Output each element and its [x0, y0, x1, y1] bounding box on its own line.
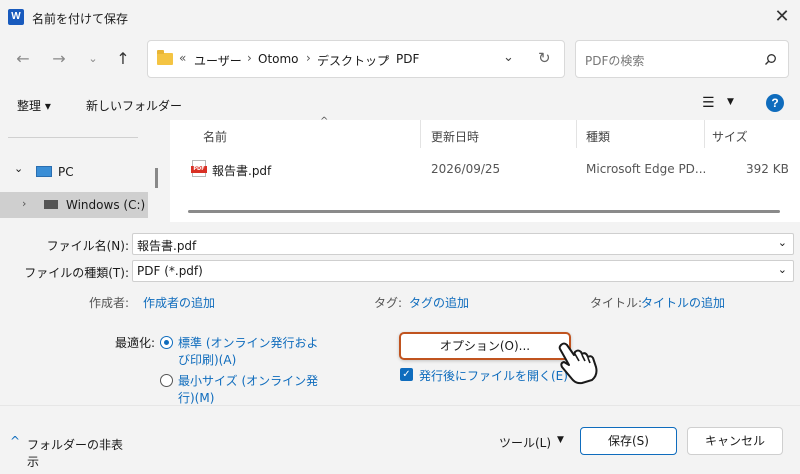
nav-item-windows-c[interactable]: › Windows (C:): [0, 192, 148, 218]
column-header-name[interactable]: 名前: [203, 128, 227, 145]
expand-chevron-icon[interactable]: ⌄: [14, 162, 23, 175]
breadcrumb-overflow-icon[interactable]: «: [179, 51, 186, 65]
hide-folders-label[interactable]: フォルダーの非表示: [27, 436, 127, 470]
new-folder-button[interactable]: 新しいフォルダー: [86, 97, 182, 114]
pdf-badge: PDF: [191, 166, 207, 173]
chevron-up-icon[interactable]: ^: [10, 434, 20, 448]
pc-icon: [36, 166, 52, 177]
tags-label: タグ:: [374, 296, 403, 310]
optimize-standard-label-1[interactable]: 標準 (オンライン発行およ: [178, 334, 319, 351]
checkbox-checked-icon[interactable]: ✓: [400, 368, 413, 381]
navigation-pane: ⌄ PC › Windows (C:): [0, 120, 162, 222]
file-name: 報告書.pdf: [212, 164, 272, 178]
breadcrumb-separator-icon: ›: [385, 51, 390, 65]
cancel-button[interactable]: キャンセル: [687, 427, 783, 455]
file-size: 392 KB: [746, 162, 789, 176]
organize-menu[interactable]: 整理 ▾: [17, 97, 51, 114]
recent-dropdown-chevron-icon[interactable]: ⌄: [82, 48, 104, 70]
tools-dropdown-chevron-icon[interactable]: ▼: [557, 435, 564, 445]
filename-value[interactable]: 報告書.pdf: [137, 237, 196, 254]
search-icon[interactable]: [764, 53, 777, 66]
title-bar: W 名前を付けて保存 ✕: [0, 0, 800, 36]
title-label: タイトル:: [590, 296, 643, 310]
add-tags-link[interactable]: タグの追加: [409, 294, 469, 311]
up-arrow-icon[interactable]: ↑: [112, 48, 134, 70]
drive-icon: [44, 200, 58, 209]
column-divider[interactable]: [420, 120, 421, 148]
collapse-chevron-icon[interactable]: ›: [22, 197, 26, 210]
help-icon[interactable]: ?: [766, 94, 784, 112]
add-author-link[interactable]: 作成者の追加: [143, 294, 215, 311]
file-type: Microsoft Edge PD...: [586, 162, 707, 176]
horizontal-scrollbar[interactable]: [188, 210, 780, 213]
view-dropdown-chevron-icon[interactable]: ▼: [727, 97, 734, 107]
options-button[interactable]: オプション(O)...: [399, 332, 571, 360]
save-button[interactable]: 保存(S): [580, 427, 677, 455]
hand-pointer-icon: [558, 342, 598, 385]
column-header-size[interactable]: サイズ: [712, 128, 748, 145]
close-icon[interactable]: ✕: [770, 6, 794, 30]
nav-item-pc[interactable]: ⌄ PC: [0, 160, 150, 184]
nav-item-label: PC: [58, 165, 74, 179]
sort-up-chevron-icon: ^: [320, 116, 329, 127]
breadcrumb-users[interactable]: ユーザー: [194, 52, 242, 69]
filetype-value[interactable]: PDF (*.pdf): [137, 264, 203, 278]
column-divider[interactable]: [576, 120, 577, 148]
column-header-modified[interactable]: 更新日時: [431, 128, 479, 145]
back-arrow-icon[interactable]: ←: [12, 48, 34, 70]
table-row[interactable]: PDF 報告書.pdf 2026/09/25 Microsoft Edge PD…: [170, 156, 800, 182]
add-title-link[interactable]: タイトルの追加: [641, 294, 725, 311]
file-list: ^ 名前 更新日時 種類 サイズ PDF 報告書.pdf 2026/09/25 …: [170, 116, 800, 222]
author-label: 作成者:: [88, 296, 129, 310]
optimize-standard-radio[interactable]: [160, 336, 173, 349]
search-box[interactable]: PDFの検索: [575, 40, 789, 78]
save-options-panel: ファイル名(N): 報告書.pdf ⌄ ファイルの種類(T): PDF (*.p…: [0, 222, 800, 474]
save-as-dialog: W 名前を付けて保存 ✕ ← → ⌄ ↑ « ユーザー › Otomo › デス…: [0, 0, 800, 474]
refresh-icon[interactable]: ↻: [538, 49, 551, 67]
footer-divider: [0, 405, 800, 406]
filetype-select[interactable]: PDF (*.pdf) ⌄: [132, 260, 794, 282]
window-title: 名前を付けて保存: [32, 12, 129, 26]
folder-icon: [157, 50, 173, 65]
optimize-standard-label-2[interactable]: び印刷)(A): [178, 351, 236, 368]
filename-dropdown-chevron-icon[interactable]: ⌄: [778, 236, 787, 249]
nav-divider: [8, 137, 138, 138]
breadcrumb-separator-icon: ›: [306, 51, 311, 65]
address-dropdown-chevron-icon[interactable]: ⌄: [503, 50, 514, 65]
column-header-type[interactable]: 種類: [586, 128, 610, 145]
breadcrumb-separator-icon: ›: [247, 51, 252, 65]
nav-item-label: Windows (C:): [66, 198, 146, 212]
nav-scrollbar[interactable]: [155, 168, 158, 188]
filetype-dropdown-chevron-icon[interactable]: ⌄: [778, 263, 787, 276]
breadcrumb-desktop[interactable]: デスクトップ: [317, 52, 389, 69]
optimize-label: 最適化:: [115, 336, 156, 350]
optimize-minimum-label-2[interactable]: 行)(M): [178, 389, 214, 406]
optimize-minimum-radio[interactable]: [160, 374, 173, 387]
view-options-icon[interactable]: ☰: [702, 95, 715, 111]
breadcrumb-pdf[interactable]: PDF: [396, 52, 419, 66]
filename-field[interactable]: 報告書.pdf ⌄: [132, 233, 794, 255]
open-after-publish-label[interactable]: 発行後にファイルを開く(E): [419, 367, 568, 384]
word-app-icon: W: [8, 9, 24, 25]
filetype-label: ファイルの種類(T):: [24, 266, 129, 280]
column-divider[interactable]: [704, 120, 705, 148]
tools-menu[interactable]: ツール(L): [499, 434, 551, 451]
file-modified: 2026/09/25: [431, 162, 501, 176]
search-input[interactable]: PDFの検索: [585, 52, 644, 69]
hide-folders-toggle[interactable]: ^ フォルダーの非表示: [7, 434, 127, 469]
forward-arrow-icon[interactable]: →: [48, 48, 70, 70]
optimize-minimum-label-1[interactable]: 最小サイズ (オンライン発: [178, 372, 318, 389]
breadcrumb-otomo[interactable]: Otomo: [258, 52, 299, 66]
filename-label: ファイル名(N):: [46, 239, 129, 253]
address-bar[interactable]: « ユーザー › Otomo › デスクトップ › PDF ⌄ ↻: [147, 40, 565, 78]
pdf-file-icon: PDF: [191, 160, 207, 177]
